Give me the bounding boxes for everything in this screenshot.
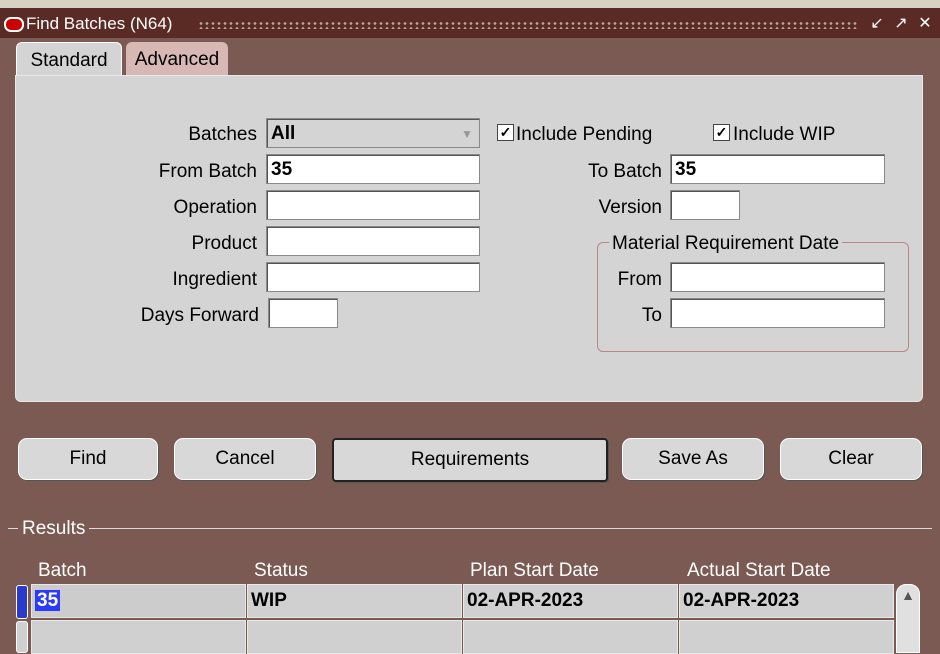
titlebar-grip [198, 21, 858, 29]
scroll-up-icon[interactable]: ▲ [897, 587, 919, 603]
batches-select[interactable]: All ▼ [266, 118, 480, 148]
results-divider [8, 528, 932, 529]
days-forward-input[interactable] [268, 298, 338, 328]
mrd-to-input[interactable] [670, 298, 885, 328]
minimize-icon[interactable]: ↙ [868, 15, 886, 33]
table-cell-batch[interactable]: 35 [31, 584, 246, 618]
save-as-button[interactable]: Save As [622, 438, 764, 480]
version-input[interactable] [670, 190, 740, 220]
column-header-plan-start-date: Plan Start Date [470, 560, 599, 581]
to-batch-input[interactable]: 35 [670, 154, 885, 184]
mrd-to-label: To [641, 305, 662, 326]
days-forward-label: Days Forward [140, 305, 259, 326]
column-header-status: Status [254, 560, 308, 581]
background-window-strip [0, 0, 940, 8]
product-label: Product [191, 233, 257, 254]
mrd-from-input[interactable] [670, 262, 885, 292]
operation-input[interactable] [266, 190, 480, 220]
material-requirement-date-group [597, 242, 909, 352]
window-title: Find Batches (N64) [26, 14, 173, 33]
requirements-button[interactable]: Requirements [332, 438, 608, 482]
include-pending-label: Include Pending [516, 124, 653, 145]
row-indicator[interactable] [16, 621, 28, 653]
find-button[interactable]: Find [18, 438, 158, 480]
table-cell-status[interactable] [247, 620, 462, 654]
ingredient-label: Ingredient [172, 269, 257, 290]
results-label: Results [18, 518, 90, 540]
cancel-button[interactable]: Cancel [174, 438, 316, 480]
results-scrollbar[interactable]: ▲ [896, 584, 920, 653]
include-wip-checkbox[interactable]: ✓ [713, 124, 730, 141]
column-header-actual-start-date: Actual Start Date [687, 560, 831, 581]
table-cell-status[interactable]: WIP [247, 584, 462, 618]
from-batch-label: From Batch [158, 161, 257, 182]
table-cell-actual-start-date[interactable] [679, 620, 894, 654]
operation-label: Operation [173, 197, 257, 218]
include-pending-checkbox[interactable]: ✓ [497, 124, 514, 141]
batches-label: Batches [188, 124, 257, 145]
maximize-icon[interactable]: ↗ [892, 15, 910, 33]
close-icon[interactable]: ✕ [916, 15, 934, 33]
tab-standard[interactable]: Standard [16, 42, 122, 79]
material-requirement-date-label: Material Requirement Date [609, 233, 843, 255]
product-input[interactable] [266, 226, 480, 256]
version-label: Version [598, 197, 662, 218]
table-cell-plan-start-date[interactable]: 02-APR-2023 [463, 584, 678, 618]
clear-button[interactable]: Clear [780, 438, 922, 480]
include-wip-label: Include WIP [733, 124, 836, 145]
column-header-batch: Batch [38, 560, 87, 581]
table-cell-batch[interactable] [31, 620, 246, 654]
window-titlebar[interactable]: Find Batches (N64) ↙ ↗ ✕ [0, 8, 940, 38]
batch-value: 35 [35, 590, 61, 611]
current-row-indicator[interactable] [16, 585, 28, 619]
table-cell-actual-start-date[interactable]: 02-APR-2023 [679, 584, 894, 618]
mrd-from-label: From [617, 269, 662, 290]
ingredient-input[interactable] [266, 262, 480, 292]
to-batch-label: To Batch [588, 161, 662, 182]
chevron-down-icon: ▼ [461, 127, 473, 141]
batches-value: All [271, 123, 296, 144]
from-batch-input[interactable]: 35 [266, 154, 480, 184]
oracle-logo-icon [4, 17, 24, 32]
tab-advanced[interactable]: Advanced [126, 42, 228, 76]
table-cell-plan-start-date[interactable] [463, 620, 678, 654]
